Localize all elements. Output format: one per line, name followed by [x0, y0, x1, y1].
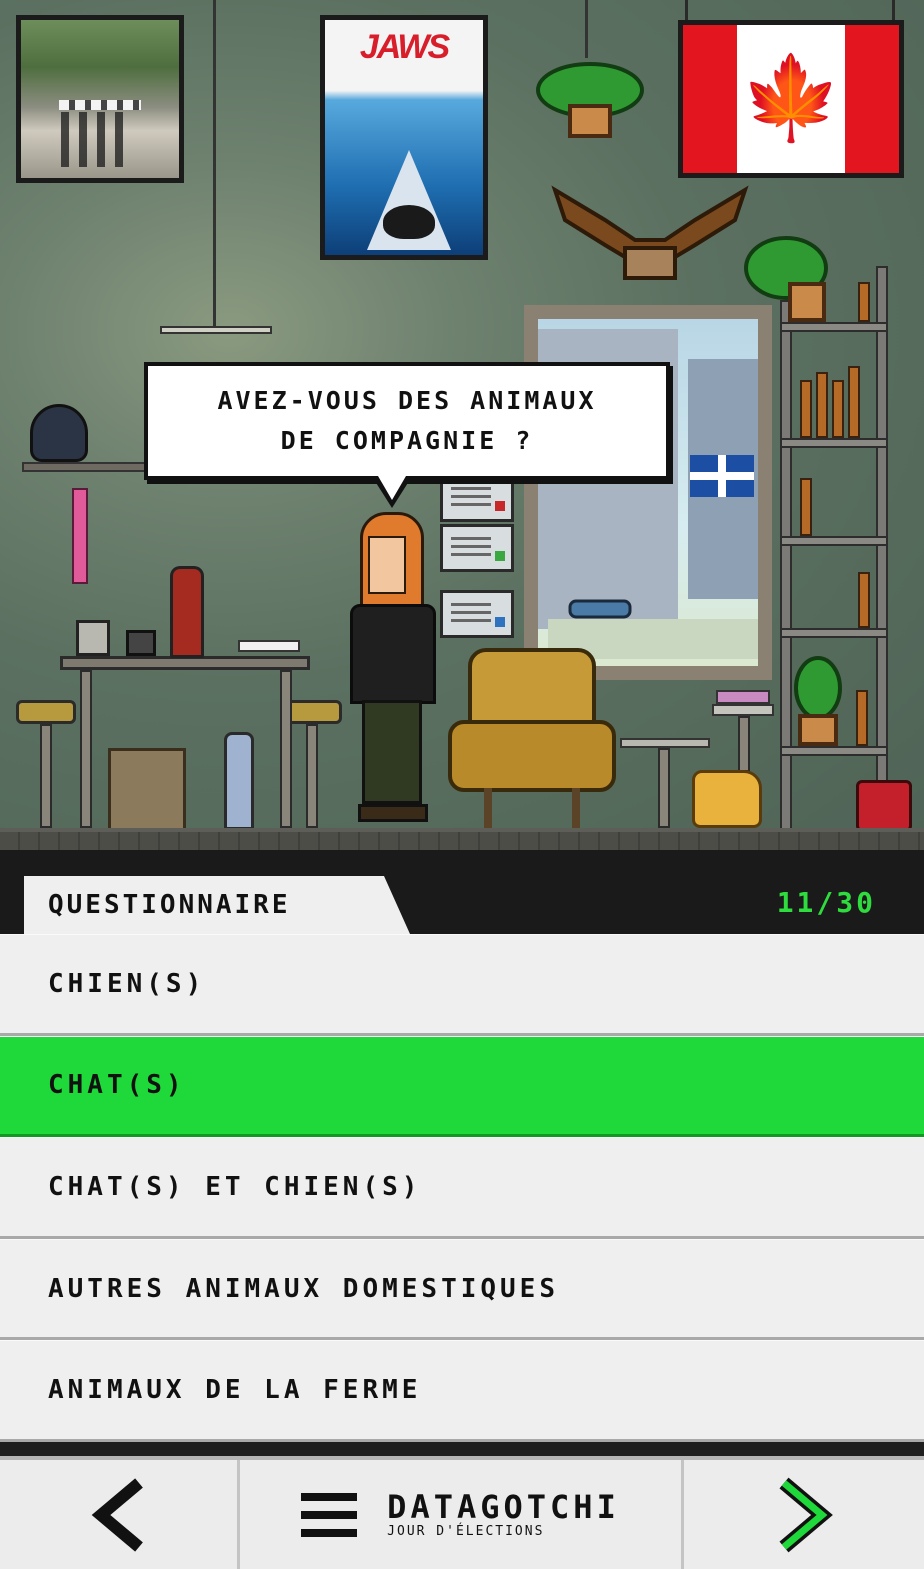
coffee-maker — [76, 620, 110, 656]
quebec-flag — [690, 455, 754, 497]
answer-option-label: ANIMAUX DE LA FERME — [48, 1375, 422, 1406]
floor — [0, 828, 924, 850]
bar-table — [60, 656, 310, 670]
wall-shelf — [22, 462, 148, 472]
hamburger-menu-icon — [301, 1492, 358, 1537]
answer-option-label: CHAT(S) ET CHIEN(S) — [48, 1171, 422, 1202]
armchair — [448, 648, 616, 828]
answer-option[interactable]: AUTRES ANIMAUX DOMESTIQUES — [0, 1238, 924, 1341]
answer-option[interactable]: CHIEN(S) — [0, 934, 924, 1036]
ceiling-lamp — [160, 326, 272, 334]
maple-leaf-icon: 🍁 — [739, 51, 843, 146]
room-scene: JAWS 🍁 AVEZ-VOUS DES ANIMAUX DE COMPAGNI… — [0, 0, 924, 850]
abbey-road-poster — [16, 15, 184, 183]
cake — [716, 690, 770, 704]
helmet — [30, 404, 88, 462]
brand-name: DATAGOTCHI — [387, 1488, 620, 1526]
answer-option[interactable]: ANIMAUX DE LA FERME — [0, 1340, 924, 1442]
brand: DATAGOTCHI JOUR D'ÉLECTIONS — [387, 1490, 620, 1539]
next-button[interactable] — [684, 1460, 924, 1569]
gas-can — [856, 780, 912, 832]
question-line-1: AVEZ-VOUS DES ANIMAUX — [217, 386, 597, 415]
flag-cord-left — [685, 0, 688, 22]
answer-option[interactable]: CHAT(S) ET CHIEN(S) — [0, 1137, 924, 1239]
answer-option-label: CHAT(S) — [48, 1070, 186, 1101]
answer-option[interactable]: CHAT(S) — [0, 1035, 924, 1138]
chevron-right-icon — [779, 1477, 833, 1552]
flag-cord-right — [892, 0, 895, 22]
speech-bubble: AVEZ-VOUS DES ANIMAUX DE COMPAGNIE ? — [144, 362, 670, 480]
jaws-poster-title: JAWS — [359, 28, 450, 66]
wine-bottle — [170, 566, 204, 658]
menu-button[interactable]: DATAGOTCHI JOUR D'ÉLECTIONS — [240, 1460, 684, 1569]
brand-subtitle: JOUR D'ÉLECTIONS — [387, 1524, 545, 1539]
wall-note — [440, 524, 514, 572]
quiz-header: QUESTIONNAIRE 11/30 — [0, 850, 924, 934]
cake-stand — [712, 704, 774, 716]
shelf-plant-icon — [744, 236, 828, 322]
questionnaire-tab-label: QUESTIONNAIRE — [48, 890, 291, 920]
shopping-bag — [108, 748, 186, 832]
question-line-2: DE COMPAGNIE ? — [280, 426, 534, 455]
character — [348, 512, 438, 832]
moose-antlers-trophy — [551, 185, 749, 280]
answer-options: CHIEN(S) CHAT(S) CHAT(S) ET CHIEN(S) AUT… — [0, 934, 924, 1442]
water-bottle — [224, 732, 254, 830]
bottom-nav: DATAGOTCHI JOUR D'ÉLECTIONS — [0, 1456, 924, 1569]
canada-flag: 🍁 — [678, 20, 904, 178]
question-progress: 11/30 — [776, 886, 876, 919]
car-icon — [568, 599, 632, 619]
answer-option-label: CHIEN(S) — [48, 968, 206, 999]
cat — [692, 770, 762, 828]
lamp-cord — [213, 0, 216, 330]
shelf-plant-icon — [794, 656, 842, 746]
leash — [72, 488, 88, 584]
answer-option-label: AUTRES ANIMAUX DOMESTIQUES — [48, 1273, 559, 1304]
wall-note — [440, 590, 514, 638]
questionnaire-tab: QUESTIONNAIRE — [24, 876, 410, 934]
previous-button[interactable] — [0, 1460, 240, 1569]
hanging-plant-icon — [536, 62, 644, 138]
jaws-poster: JAWS — [320, 15, 488, 260]
chevron-left-icon — [91, 1477, 143, 1552]
wall-note — [440, 474, 514, 522]
plate — [238, 640, 300, 652]
side-table — [620, 738, 710, 748]
